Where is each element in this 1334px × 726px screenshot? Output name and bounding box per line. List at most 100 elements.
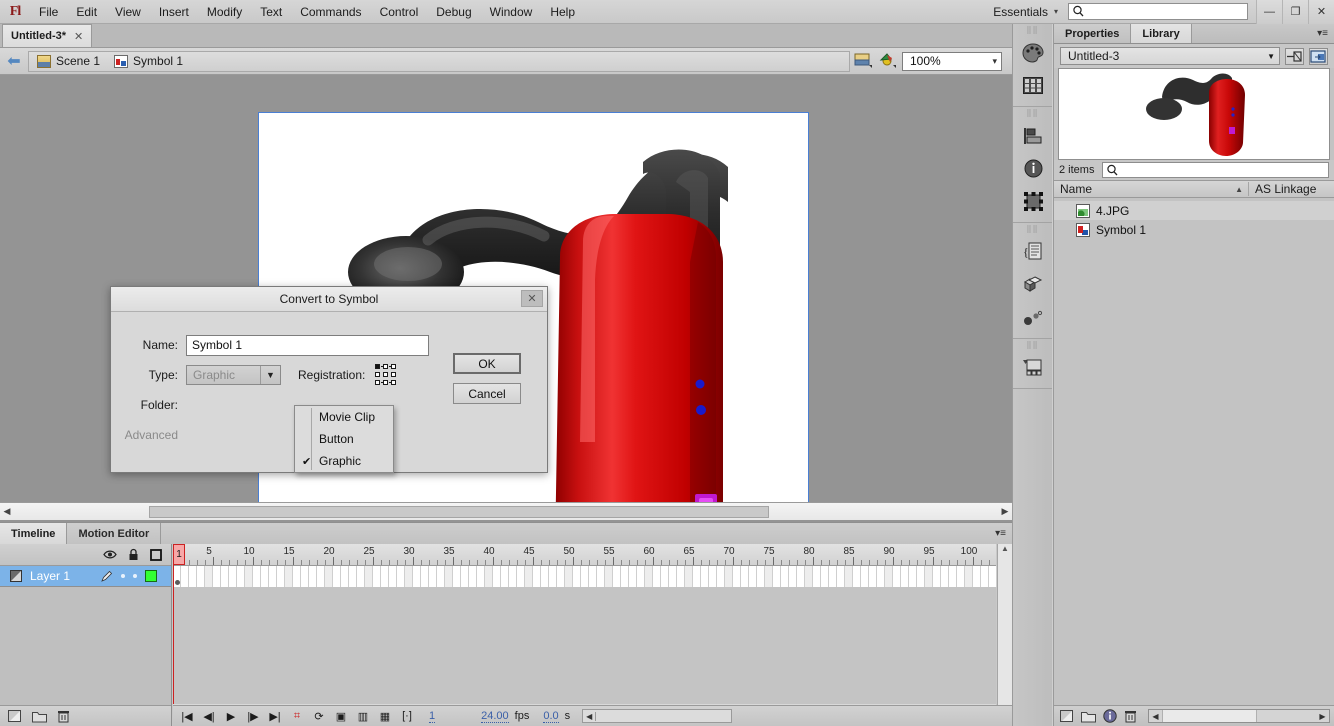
frame-cell[interactable]: [461, 566, 469, 587]
frame-cell[interactable]: [709, 566, 717, 587]
frame-cell[interactable]: [869, 566, 877, 587]
frame-cell[interactable]: [741, 566, 749, 587]
frame-cell[interactable]: [413, 566, 421, 587]
outline-icon[interactable]: [150, 549, 162, 561]
frame-cell[interactable]: [405, 566, 413, 587]
rail-grip[interactable]: ⣿⣿: [1013, 223, 1052, 235]
frame-cell[interactable]: [829, 566, 837, 587]
panel-menu-icon[interactable]: ▾≡: [1317, 28, 1328, 39]
edit-multiple-frames-icon[interactable]: ▥: [355, 710, 371, 723]
scene-panel-icon[interactable]: [1013, 351, 1053, 384]
frame-cell[interactable]: [933, 566, 941, 587]
scroll-right-icon[interactable]: ▶: [1316, 712, 1329, 721]
frame-cell[interactable]: [333, 566, 341, 587]
frame-cell[interactable]: [677, 566, 685, 587]
frame-cell[interactable]: [981, 566, 989, 587]
step-forward-button[interactable]: |▶: [245, 710, 261, 723]
delete-layer-icon[interactable]: [57, 709, 70, 723]
elapsed-time-value[interactable]: 0.0: [543, 710, 558, 723]
frame-cell[interactable]: [813, 566, 821, 587]
frame-cell[interactable]: [925, 566, 933, 587]
reg-point-top-left[interactable]: [375, 364, 380, 369]
pin-icon[interactable]: [1285, 48, 1304, 65]
scroll-thumb-horizontal[interactable]: [1162, 710, 1257, 722]
frame-cell[interactable]: [773, 566, 781, 587]
frame-cell[interactable]: [661, 566, 669, 587]
frame-cell[interactable]: [685, 566, 693, 587]
frame-cell[interactable]: [493, 566, 501, 587]
step-back-button[interactable]: ◀|: [201, 710, 217, 723]
lock-icon[interactable]: [128, 548, 139, 561]
breadcrumb-scene-1[interactable]: Scene 1: [35, 54, 108, 68]
frame-cell[interactable]: [501, 566, 509, 587]
timeline-horizontal-scrollbar[interactable]: ◀: [582, 709, 732, 723]
transform-icon[interactable]: [1013, 185, 1053, 218]
color-palette-icon[interactable]: [1013, 36, 1053, 69]
close-icon[interactable]: ✕: [74, 30, 83, 43]
symbol-type-dropdown[interactable]: Movie Clip Button ✔ Graphic: [294, 405, 394, 473]
rail-grip[interactable]: ⣿⣿: [1013, 24, 1052, 36]
frame-empty-area[interactable]: [173, 587, 996, 704]
edit-symbols-button[interactable]: [878, 51, 900, 71]
frame-cell[interactable]: [653, 566, 661, 587]
panel-menu-icon[interactable]: ▾≡: [995, 528, 1006, 539]
frame-cell[interactable]: [989, 566, 997, 587]
frame-cell[interactable]: [469, 566, 477, 587]
first-frame-button[interactable]: |◀: [179, 710, 195, 723]
frame-cell[interactable]: [365, 566, 373, 587]
delete-icon[interactable]: [1124, 709, 1137, 723]
layer-name[interactable]: Layer 1: [30, 569, 92, 583]
back-arrow-icon[interactable]: ⬅: [0, 51, 28, 71]
frame-cell[interactable]: [549, 566, 557, 587]
frame-cell[interactable]: [589, 566, 597, 587]
reg-point-bottom-left[interactable]: [375, 380, 380, 385]
menu-view[interactable]: View: [106, 2, 150, 22]
frame-cell[interactable]: [725, 566, 733, 587]
new-folder-icon[interactable]: [32, 710, 47, 723]
document-tab-untitled-3[interactable]: Untitled-3* ✕: [2, 24, 92, 47]
frame-cell[interactable]: [965, 566, 973, 587]
frame-cell[interactable]: [901, 566, 909, 587]
dropdown-option-graphic[interactable]: ✔ Graphic: [295, 450, 393, 472]
frame-cell[interactable]: [293, 566, 301, 587]
frame-cell[interactable]: [349, 566, 357, 587]
new-layer-icon[interactable]: [8, 710, 22, 723]
frame-area[interactable]: 5101520253035404550556065707580859095100…: [173, 544, 996, 726]
frame-cell[interactable]: [781, 566, 789, 587]
breadcrumb-symbol-1[interactable]: Symbol 1: [112, 54, 191, 68]
library-preview[interactable]: [1058, 68, 1330, 160]
frame-cell[interactable]: [909, 566, 917, 587]
tab-motion-editor[interactable]: Motion Editor: [67, 523, 161, 544]
frame-cell[interactable]: [221, 566, 229, 587]
frame-cell[interactable]: [517, 566, 525, 587]
menu-edit[interactable]: Edit: [67, 2, 106, 22]
new-library-panel-icon[interactable]: [1309, 48, 1328, 65]
frame-cell[interactable]: [237, 566, 245, 587]
restore-button[interactable]: ❐: [1282, 0, 1308, 24]
frame-cell[interactable]: [557, 566, 565, 587]
frame-cell[interactable]: [357, 566, 365, 587]
frame-cell[interactable]: [797, 566, 805, 587]
frame-cell[interactable]: [821, 566, 829, 587]
edit-scene-button[interactable]: [854, 51, 876, 71]
minimize-button[interactable]: —: [1256, 0, 1282, 24]
frame-cell[interactable]: [197, 566, 205, 587]
menu-file[interactable]: File: [30, 2, 67, 22]
frame-cell[interactable]: [245, 566, 253, 587]
frame-cell[interactable]: [573, 566, 581, 587]
frame-cell[interactable]: [861, 566, 869, 587]
frame-cell[interactable]: [893, 566, 901, 587]
loop-playback-icon[interactable]: ⟳: [311, 710, 327, 723]
library-item-4jpg[interactable]: 4.JPG: [1054, 201, 1334, 220]
frame-cell[interactable]: [525, 566, 533, 587]
menu-text[interactable]: Text: [251, 2, 291, 22]
visibility-dot[interactable]: [121, 574, 125, 578]
library-search-input[interactable]: [1102, 162, 1329, 178]
dropdown-option-button[interactable]: Button: [295, 428, 393, 450]
registration-point-grid[interactable]: [375, 364, 397, 386]
scroll-track-horizontal[interactable]: [14, 505, 998, 519]
new-symbol-icon[interactable]: [1060, 710, 1074, 723]
playhead-head[interactable]: 1: [173, 544, 185, 565]
layer-row-layer-1[interactable]: Layer 1: [0, 566, 171, 587]
dropdown-option-movie-clip[interactable]: Movie Clip: [295, 406, 393, 428]
